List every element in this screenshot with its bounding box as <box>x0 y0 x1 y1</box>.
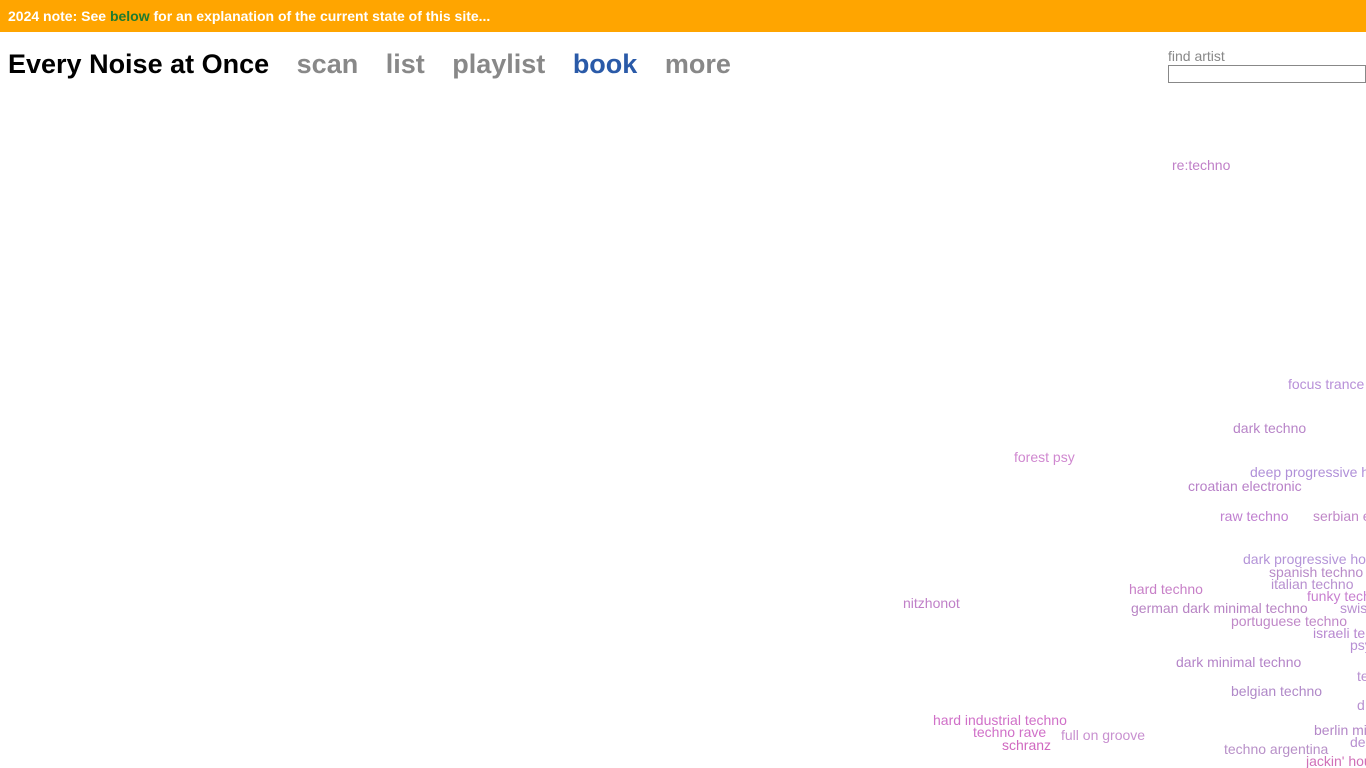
site-title[interactable]: Every Noise at Once <box>8 49 269 79</box>
genre-te[interactable]: te <box>1357 668 1366 684</box>
notice-suffix: for an explanation of the current state … <box>149 8 491 24</box>
genre-belgian-techno[interactable]: belgian techno <box>1231 683 1322 699</box>
genre-hard-techno[interactable]: hard techno <box>1129 581 1203 597</box>
genre-full-on-groove[interactable]: full on groove <box>1061 727 1145 743</box>
genre-map: re:techno focus trance dark techno forest p… <box>0 0 1366 768</box>
genre-schranz[interactable]: schranz <box>1002 737 1051 753</box>
genre-de[interactable]: de <box>1350 734 1366 750</box>
genre-forest-psy[interactable]: forest psy <box>1014 449 1075 465</box>
nav-link-book[interactable]: book <box>573 49 638 79</box>
nav-link-playlist[interactable]: playlist <box>452 49 545 79</box>
genre-serbian-e[interactable]: serbian e <box>1313 508 1366 524</box>
nav-link-more[interactable]: more <box>665 49 731 79</box>
genre-jackin-hou[interactable]: jackin' hou <box>1306 753 1366 768</box>
notice-below-link[interactable]: below <box>110 8 150 24</box>
genre-dark-techno[interactable]: dark techno <box>1233 420 1306 436</box>
genre-focus-trance[interactable]: focus trance <box>1288 376 1364 392</box>
genre-croatian-electronic[interactable]: croatian electronic <box>1188 478 1302 494</box>
genre-raw-techno[interactable]: raw techno <box>1220 508 1288 524</box>
genre-re-techno[interactable]: re:techno <box>1172 157 1230 173</box>
genre-d[interactable]: d <box>1357 697 1365 713</box>
top-nav: Every Noise at Once scan list playlist b… <box>8 47 751 81</box>
find-artist-box: find artist <box>1168 48 1366 83</box>
find-artist-input[interactable] <box>1168 65 1366 83</box>
genre-nitzhonot[interactable]: nitzhonot <box>903 595 960 611</box>
find-artist-label: find artist <box>1168 48 1225 64</box>
notice-banner: 2024 note: See below for an explanation … <box>0 0 1366 32</box>
notice-prefix: 2024 note: See <box>8 8 110 24</box>
nav-link-scan[interactable]: scan <box>297 49 359 79</box>
genre-dark-minimal-techno[interactable]: dark minimal techno <box>1176 654 1301 670</box>
nav-link-list[interactable]: list <box>386 49 425 79</box>
genre-psy[interactable]: psy <box>1350 637 1366 653</box>
